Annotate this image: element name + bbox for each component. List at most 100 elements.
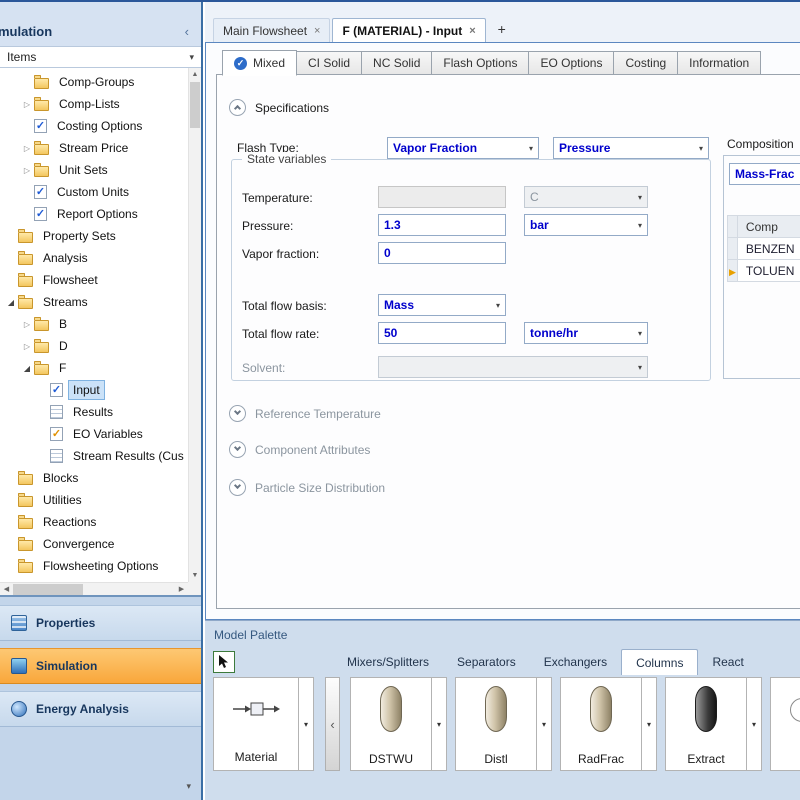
palette-model-dstwu[interactable]: DSTWU: [350, 677, 432, 771]
tree-item-results[interactable]: Results: [0, 401, 188, 423]
palette-model-distl[interactable]: Distl: [455, 677, 537, 771]
horizontal-scrollbar-thumb[interactable]: [13, 584, 83, 595]
sheet-tab-flash-options[interactable]: Flash Options: [432, 51, 529, 75]
sheet-tab-ci-solid[interactable]: CI Solid: [297, 51, 362, 75]
pressure-input[interactable]: [378, 214, 506, 236]
items-filter-dropdown[interactable]: Items ▾: [0, 46, 201, 68]
palette-model-material[interactable]: Material: [213, 677, 299, 771]
palette-tab-exchangers[interactable]: Exchangers: [530, 649, 621, 675]
palette-tab-react[interactable]: React: [698, 649, 757, 675]
collapse-icon[interactable]: ◢: [4, 298, 18, 307]
expand-section-icon[interactable]: [229, 479, 246, 496]
palette-item-dropdown[interactable]: ▾: [432, 677, 447, 771]
scroll-down-icon[interactable]: ▼: [189, 569, 201, 582]
form-check-icon: ✓: [34, 207, 47, 221]
row-selector-cell[interactable]: ▶: [728, 260, 738, 282]
palette-item-dropdown[interactable]: ▾: [537, 677, 552, 771]
tree-item-stream-price[interactable]: ▷Stream Price: [0, 137, 188, 159]
vertical-scrollbar-thumb[interactable]: [190, 82, 200, 128]
palette-model-extract[interactable]: Extract: [665, 677, 747, 771]
tree-item-utilities[interactable]: Utilities: [0, 489, 188, 511]
sheet-tab-mixed[interactable]: ✓Mixed: [222, 50, 297, 76]
tree-item-blocks[interactable]: Blocks: [0, 467, 188, 489]
palette-item-mult: Mult▾: [770, 677, 800, 771]
current-row-marker-icon: ▶: [729, 267, 736, 277]
component-column-header[interactable]: Comp: [737, 216, 800, 238]
scroll-left-icon[interactable]: ◀: [0, 585, 13, 593]
tree-item-custom-units[interactable]: ✓Custom Units: [0, 181, 188, 203]
expand-icon[interactable]: ▷: [20, 342, 34, 351]
vapor-fraction-input[interactable]: [378, 242, 506, 264]
tree-item-reactions[interactable]: Reactions: [0, 511, 188, 533]
collapse-pane-icon[interactable]: ‹: [185, 24, 189, 39]
distillation-column-icon: [695, 686, 717, 732]
palette-model-mult[interactable]: Mult: [770, 677, 800, 771]
expand-section-icon[interactable]: [229, 441, 246, 458]
palette-scroll-left-button[interactable]: ‹: [325, 677, 340, 771]
tree-item-flowsheet[interactable]: Flowsheet: [0, 269, 188, 291]
tree-item-input[interactable]: ✓Input: [0, 379, 188, 401]
section-title-particle-size: Particle Size Distribution: [255, 481, 385, 495]
tree-item-comp-groups[interactable]: Comp-Groups: [0, 71, 188, 93]
palette-tab-mixers-splitters[interactable]: Mixers/Splitters: [333, 649, 443, 675]
composition-basis-select[interactable]: Mass-Frac ▾: [729, 163, 800, 185]
tree-item-unit-sets[interactable]: ▷Unit Sets: [0, 159, 188, 181]
scroll-up-icon[interactable]: ▲: [189, 68, 201, 81]
palette-tab-columns[interactable]: Columns: [621, 649, 698, 675]
new-tab-button[interactable]: +: [492, 20, 512, 40]
expand-icon[interactable]: ▷: [20, 144, 34, 153]
tree-item-stream-results-cus[interactable]: Stream Results (Cus: [0, 445, 188, 467]
tree-vertical-scrollbar[interactable]: ▲ ▼: [188, 68, 201, 582]
row-selector-cell[interactable]: [728, 238, 738, 260]
palette-tab-separators[interactable]: Separators: [443, 649, 530, 675]
close-icon[interactable]: ×: [314, 25, 320, 37]
pressure-unit-select[interactable]: bar ▾: [524, 214, 648, 236]
total-flow-rate-unit-select[interactable]: tonne/hr ▾: [524, 322, 648, 344]
simulation-button[interactable]: Simulation: [0, 648, 201, 684]
palette-item-dropdown[interactable]: ▾: [299, 677, 314, 771]
tree-item-report-options[interactable]: ✓Report Options: [0, 203, 188, 225]
tree-item-d[interactable]: ▷D: [0, 335, 188, 357]
total-flow-rate-input[interactable]: [378, 322, 506, 344]
component-row-toluen[interactable]: ▶TOLUEN: [728, 260, 800, 282]
expand-icon[interactable]: ▷: [20, 320, 34, 329]
tree-item-comp-lists[interactable]: ▷Comp-Lists: [0, 93, 188, 115]
palette-item-dropdown[interactable]: ▾: [747, 677, 762, 771]
component-row-benzen[interactable]: BENZEN: [728, 238, 800, 260]
tree-item-streams[interactable]: ◢Streams: [0, 291, 188, 313]
energy-analysis-button[interactable]: Energy Analysis: [0, 691, 201, 727]
scroll-right-icon[interactable]: ▶: [175, 585, 188, 593]
tab-label: Separators: [457, 655, 516, 669]
palette-model-radfrac[interactable]: RadFrac: [560, 677, 642, 771]
expand-icon[interactable]: ▷: [20, 100, 34, 109]
tree-item-costing-options[interactable]: ✓Costing Options: [0, 115, 188, 137]
tree-item-convergence[interactable]: Convergence: [0, 533, 188, 555]
sheet-tab-costing[interactable]: Costing: [614, 51, 678, 75]
select-mode-button[interactable]: [213, 651, 235, 673]
palette-item-dropdown[interactable]: ▾: [642, 677, 657, 771]
tree-item-f[interactable]: ◢F: [0, 357, 188, 379]
caret-down-icon[interactable]: ▾: [186, 777, 201, 800]
tree-item-eo-variables[interactable]: ✓EO Variables: [0, 423, 188, 445]
sheet-tab-information[interactable]: Information: [678, 51, 761, 75]
collapse-icon[interactable]: ◢: [20, 364, 34, 373]
sheet-tab-eo-options[interactable]: EO Options: [529, 51, 614, 75]
tab-label: F (MATERIAL) - Input: [342, 24, 462, 38]
properties-button[interactable]: Properties: [0, 605, 201, 641]
collapse-section-icon[interactable]: [229, 99, 246, 116]
tree-horizontal-scrollbar[interactable]: ◀ ▶: [0, 582, 188, 595]
input-form-document: ✓MixedCI SolidNC SolidFlash OptionsEO Op…: [205, 42, 800, 620]
tree-item-property-sets[interactable]: Property Sets: [0, 225, 188, 247]
sheet-tab-nc-solid[interactable]: NC Solid: [362, 51, 432, 75]
tree-item-analysis[interactable]: Analysis: [0, 247, 188, 269]
document-tab-main-flowsheet[interactable]: Main Flowsheet×: [213, 18, 330, 42]
expand-section-icon[interactable]: [229, 405, 246, 422]
document-tab-f-material-input[interactable]: F (MATERIAL) - Input ×: [332, 18, 485, 42]
total-flow-basis-select[interactable]: Mass ▾: [378, 294, 506, 316]
expand-icon[interactable]: ▷: [20, 166, 34, 175]
close-icon[interactable]: ×: [469, 25, 475, 37]
tree-item-flowsheeting-options[interactable]: Flowsheeting Options: [0, 555, 188, 577]
flash-type-select-1[interactable]: Vapor Fraction ▾: [387, 137, 539, 159]
flash-type-select-2[interactable]: Pressure ▾: [553, 137, 709, 159]
tree-item-b[interactable]: ▷B: [0, 313, 188, 335]
